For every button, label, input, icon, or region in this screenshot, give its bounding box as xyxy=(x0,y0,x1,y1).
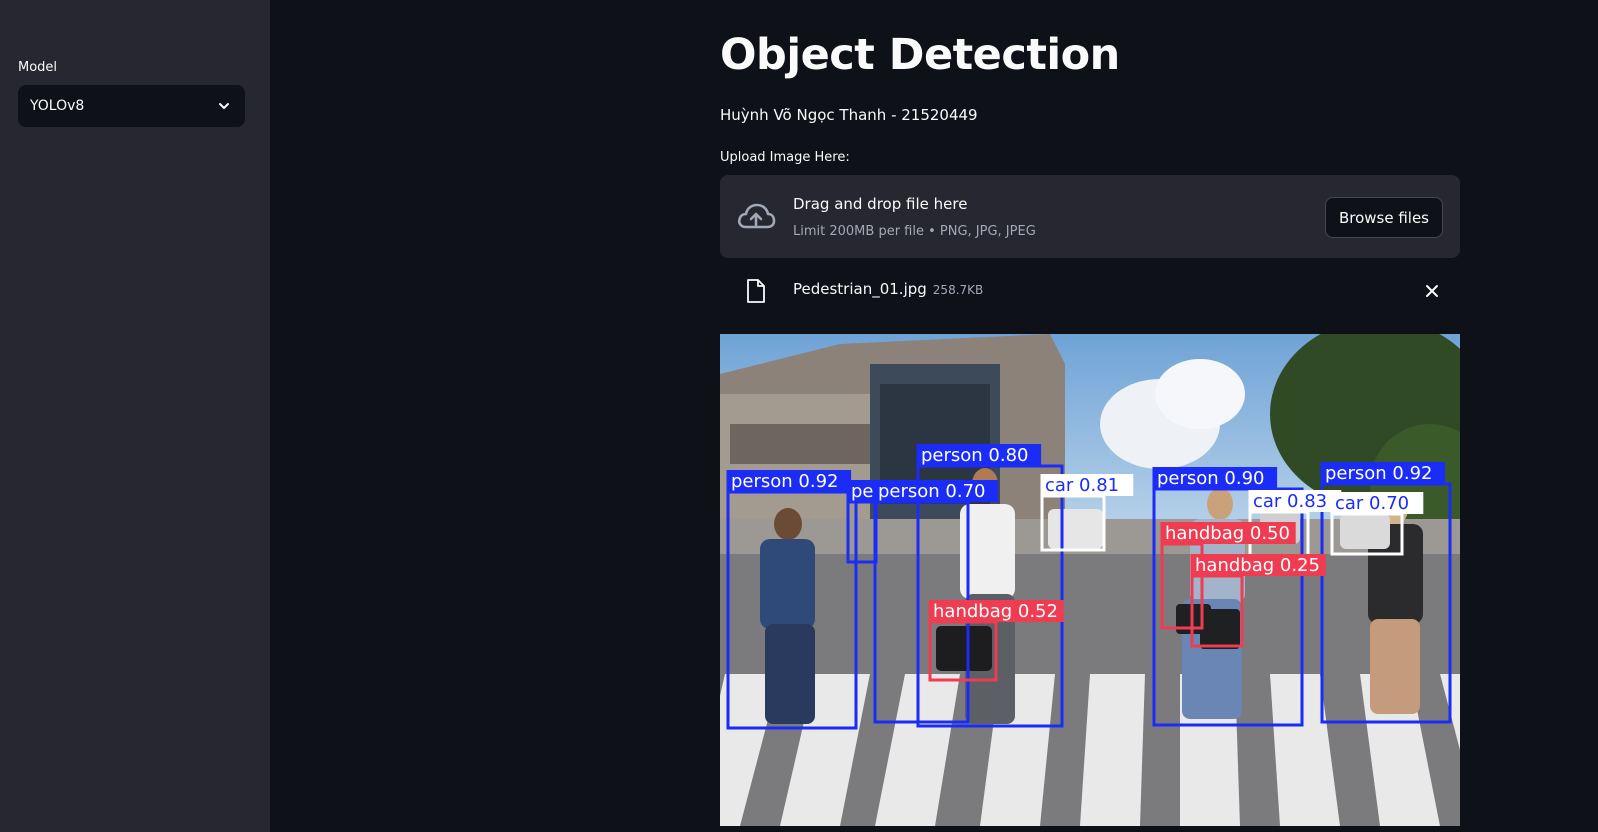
file-icon xyxy=(747,279,765,303)
detection-label: pe xyxy=(851,481,874,502)
model-select-value: YOLOv8 xyxy=(30,98,85,114)
detection-result-image: person 0.92person 0.80person 0.70peperso… xyxy=(720,334,1460,826)
model-select[interactable]: YOLOv8 xyxy=(18,85,245,127)
handbag-shape xyxy=(1200,609,1240,649)
dropzone-limit: Limit 200MB per file • PNG, JPG, JPEG xyxy=(793,224,1036,239)
crosswalk-stripe xyxy=(1080,674,1145,826)
detection-label: person 0.92 xyxy=(1325,463,1433,484)
dropzone-title: Drag and drop file here xyxy=(793,195,968,213)
file-size: 258.7KB xyxy=(932,283,984,297)
detection-label: car 0.70 xyxy=(1335,493,1409,514)
person-shape xyxy=(1370,619,1420,714)
detection-label: car 0.83 xyxy=(1253,491,1327,512)
uploaded-file-row: Pedestrian_01.jpg 258.7KB xyxy=(720,274,1460,310)
detection-label: handbag 0.52 xyxy=(933,601,1058,622)
file-name-text: Pedestrian_01.jpg xyxy=(793,280,927,298)
detection-label: person 0.92 xyxy=(731,471,839,492)
building-window-band xyxy=(730,424,870,464)
model-label: Model xyxy=(18,60,58,75)
file-dropzone[interactable]: Drag and drop file here Limit 200MB per … xyxy=(720,175,1460,258)
detection-label: person 0.80 xyxy=(921,445,1029,466)
browse-files-button[interactable]: Browse files xyxy=(1324,197,1443,238)
person-shape xyxy=(765,624,815,724)
page-title: Object Detection xyxy=(720,30,1120,80)
sidebar: Model YOLOv8 xyxy=(0,0,270,832)
close-icon[interactable] xyxy=(1424,283,1440,299)
cloud-shape xyxy=(1155,359,1245,429)
detection-label: person 0.90 xyxy=(1157,468,1265,489)
chevron-down-icon xyxy=(219,103,229,109)
file-name: Pedestrian_01.jpg 258.7KB xyxy=(793,280,983,298)
main-content: Object Detection Huỳnh Võ Ngọc Thanh - 2… xyxy=(720,0,1460,832)
detection-label: handbag 0.50 xyxy=(1165,523,1290,544)
car-shape xyxy=(1048,509,1103,549)
upload-label: Upload Image Here: xyxy=(720,150,850,165)
person-shape xyxy=(774,508,802,540)
author-text: Huỳnh Võ Ngọc Thanh - 21520449 xyxy=(720,106,978,124)
detection-label: handbag 0.25 xyxy=(1195,555,1320,576)
person-shape xyxy=(1207,488,1233,520)
person-shape xyxy=(760,539,815,629)
handbag-shape xyxy=(936,626,992,671)
detection-label: person 0.70 xyxy=(878,481,986,502)
car-shape xyxy=(1340,514,1390,549)
detection-label: car 0.81 xyxy=(1045,475,1119,496)
cloud-upload-icon xyxy=(737,203,776,229)
